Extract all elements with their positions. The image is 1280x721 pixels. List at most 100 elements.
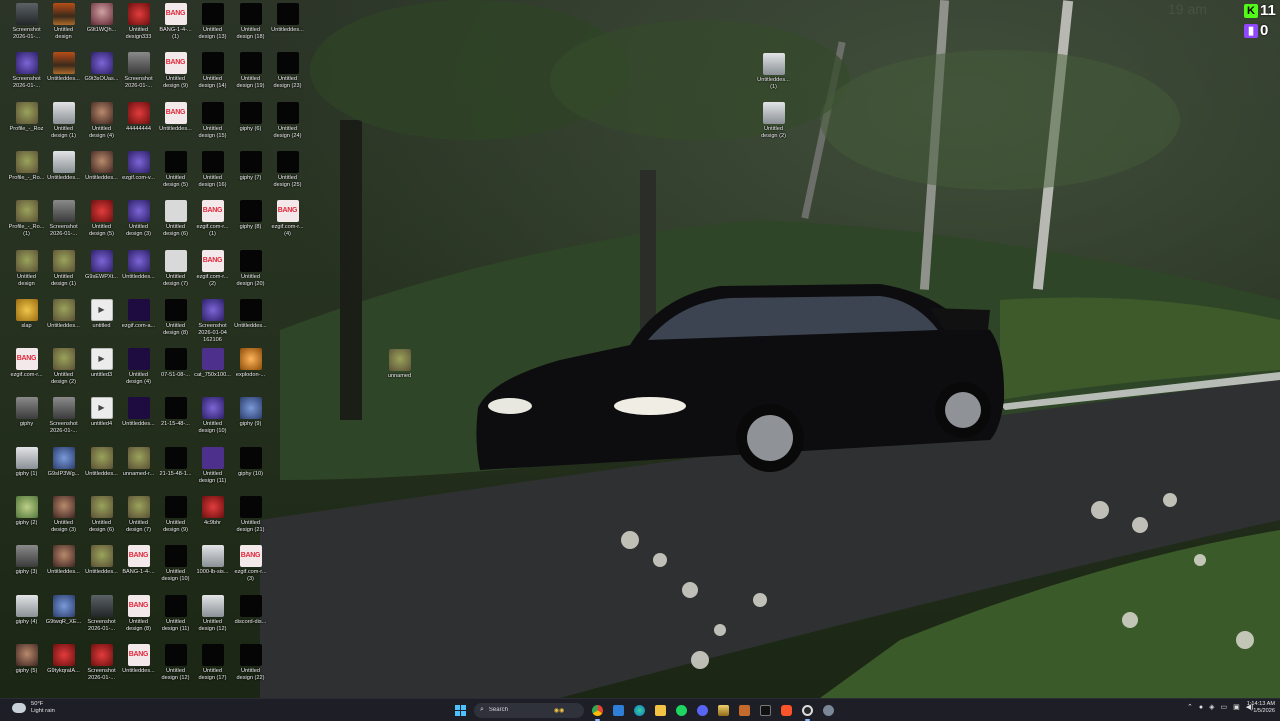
desktop-icon[interactable]: 21-15-48-1... bbox=[157, 447, 194, 478]
desktop-icon[interactable]: BANG ezgif.com-r... (4) bbox=[269, 200, 306, 238]
desktop-icon[interactable]: BANG BANG-1-4-... bbox=[120, 545, 157, 576]
desktop-icon[interactable]: Untitled design (18) bbox=[232, 3, 269, 41]
start-button[interactable] bbox=[452, 702, 468, 718]
desktop-icon[interactable]: Untitled design (1) bbox=[45, 102, 82, 140]
desktop-icon[interactable]: Untitled design (6) bbox=[157, 200, 194, 238]
desktop-icon[interactable]: ezgif.com-v... bbox=[120, 151, 157, 182]
desktop-icon[interactable]: Untitled design (10) bbox=[194, 397, 231, 435]
desktop-icon[interactable]: Untitled design (9) bbox=[157, 496, 194, 534]
desktop-icon[interactable]: Untitled design (5) bbox=[83, 200, 120, 238]
file-explorer-taskbar-button[interactable] bbox=[611, 703, 626, 718]
desktop-icon[interactable]: giphy bbox=[8, 397, 45, 428]
desktop-icon[interactable]: Screenshot 2026-01-04 162106 bbox=[194, 299, 231, 344]
desktop-icon[interactable]: explodon-... bbox=[232, 348, 269, 379]
desktop-icon[interactable]: Screenshot 2026-01-... bbox=[45, 200, 82, 238]
desktop-icon[interactable]: Untitled design (4) bbox=[83, 102, 120, 140]
desktop-icon[interactable]: Untitled design (6) bbox=[83, 496, 120, 534]
desktop-icon[interactable]: discord-dis... bbox=[232, 595, 269, 626]
desktop-icon[interactable]: Untitled design (23) bbox=[269, 52, 306, 90]
desktop-icon[interactable]: Untitleddes... bbox=[45, 151, 82, 182]
desktop-icon[interactable]: Untitled design (8) bbox=[157, 299, 194, 337]
gimp-taskbar-button[interactable] bbox=[737, 703, 752, 718]
desktop-icon[interactable]: BANG ezgif.com-r... (3) bbox=[232, 545, 269, 583]
desktop-icon[interactable]: Untitled design (1) bbox=[45, 250, 82, 288]
desktop-icon[interactable]: giphy (2) bbox=[8, 496, 45, 527]
desktop-icon[interactable]: BANG Untitled design (8) bbox=[120, 595, 157, 633]
desktop-icon[interactable]: cat_750x100... bbox=[194, 348, 231, 379]
desktop-icon[interactable]: 44444444 bbox=[120, 102, 157, 133]
desktop-icon[interactable]: Screenshot 2026-01-... bbox=[120, 52, 157, 90]
desktop-icon[interactable]: ezgif.com-a... bbox=[120, 299, 157, 330]
desktop-icon[interactable]: Untitleddes... bbox=[120, 397, 157, 428]
desktop-icon[interactable]: Untitled design (5) bbox=[157, 151, 194, 189]
desktop-icon[interactable]: Untitled design (22) bbox=[232, 644, 269, 682]
desktop-icon[interactable]: BANG ezgif.com-r... (2) bbox=[194, 250, 231, 288]
desktop-icon[interactable]: Untitleddes... bbox=[120, 250, 157, 281]
desktop-icon[interactable]: giphy (4) bbox=[8, 595, 45, 626]
brave-taskbar-button[interactable] bbox=[779, 703, 794, 718]
desktop-icon[interactable]: Untitled design (3) bbox=[45, 496, 82, 534]
chrome-taskbar-button[interactable] bbox=[590, 703, 605, 721]
desktop-icon[interactable]: Screenshot 2026-01-... bbox=[83, 595, 120, 633]
desktop-icon[interactable]: Profile_-_Roz bbox=[8, 102, 45, 133]
desktop-icon[interactable]: giphy (8) bbox=[232, 200, 269, 231]
desktop-icon[interactable]: Untitled design (15) bbox=[194, 102, 231, 140]
desktop-icon[interactable]: Untitleddes... bbox=[269, 3, 306, 34]
desktop-icon[interactable]: BANG Untitled design (9) bbox=[157, 52, 194, 90]
desktop-icon[interactable]: Untitled design (24) bbox=[269, 102, 306, 140]
desktop-icon[interactable]: Untitled design (21) bbox=[232, 496, 269, 534]
desktop-icon[interactable]: slap bbox=[8, 299, 45, 330]
desktop-icon[interactable]: unnamed-r... bbox=[120, 447, 157, 478]
desktop-icon[interactable]: G9twqR_XE... bbox=[45, 595, 82, 626]
desktop-icon[interactable]: Untitleddes... bbox=[83, 151, 120, 182]
desktop-icon[interactable]: giphy (9) bbox=[232, 397, 269, 428]
desktop-icon[interactable]: G9t1WQh... bbox=[83, 3, 120, 34]
desktop-icon[interactable]: 21-15-48-... bbox=[157, 397, 194, 428]
desktop-icon[interactable]: giphy (10) bbox=[232, 447, 269, 478]
desktop-icon[interactable]: Untitled design (10) bbox=[157, 545, 194, 583]
desktop-icon[interactable]: Untitleddes... bbox=[45, 52, 82, 83]
monitor-icon[interactable]: ▭ bbox=[1221, 703, 1228, 711]
folder-taskbar-button[interactable] bbox=[653, 703, 668, 718]
desktop-icon[interactable]: giphy (3) bbox=[8, 545, 45, 576]
desktop-icon[interactable]: Untitleddes... bbox=[83, 545, 120, 576]
desktop-icon[interactable]: Untitled design (2) bbox=[45, 348, 82, 386]
desktop-icon[interactable]: giphy (1) bbox=[8, 447, 45, 478]
desktop-icon[interactable]: BANG Untitleddes... bbox=[157, 102, 194, 133]
desktop-icon[interactable]: giphy (6) bbox=[232, 102, 269, 133]
desktop-icon[interactable]: G9sIP3Wg... bbox=[45, 447, 82, 478]
desktop-icon[interactable]: Untitled design (12) bbox=[157, 644, 194, 682]
desktop-icon[interactable]: giphy (7) bbox=[232, 151, 269, 182]
chevron-up-icon[interactable]: ⌃ bbox=[1187, 703, 1193, 711]
desktop-icon-untitled-design-2-right[interactable]: Untitled design (2) bbox=[755, 102, 792, 140]
desktop-icon[interactable]: Screenshot 2026-01-... bbox=[8, 52, 45, 90]
desktop-icon[interactable]: Screenshot 2026-01-... bbox=[45, 397, 82, 435]
desktop-icon[interactable]: Untitled design (14) bbox=[194, 52, 231, 90]
obs-taskbar-button[interactable] bbox=[800, 703, 815, 721]
desktop-icon[interactable]: Untitled design (16) bbox=[194, 151, 231, 189]
desktop-icon[interactable]: Untitled design (11) bbox=[194, 447, 231, 485]
desktop-icon[interactable]: Profile_-_Ro... bbox=[8, 151, 45, 182]
location-icon[interactable]: ◈ bbox=[1209, 703, 1214, 711]
desktop-icon[interactable]: Screenshot 2026-01-... bbox=[83, 644, 120, 682]
desktop-icon[interactable]: Untitleddes... bbox=[45, 299, 82, 330]
desktop-icon[interactable]: Untitled design (4) bbox=[120, 348, 157, 386]
desktop-icon[interactable]: Untitleddes... bbox=[45, 545, 82, 576]
desktop-icon[interactable]: Untitled design (13) bbox=[194, 3, 231, 41]
desktop-icon[interactable]: untitled4 bbox=[83, 397, 120, 428]
desktop-icon[interactable]: untitled3 bbox=[83, 348, 120, 379]
taskbar-search[interactable]: ⌕ ◉◉ bbox=[474, 702, 584, 718]
terminal-taskbar-button[interactable] bbox=[758, 703, 773, 718]
desktop-icon[interactable]: Untitled design (20) bbox=[232, 250, 269, 288]
desktop-icon[interactable]: Untitled design (17) bbox=[194, 644, 231, 682]
desktop-icon[interactable]: Untitleddes... bbox=[83, 447, 120, 478]
desktop-icon[interactable]: G9t3sOUas... bbox=[83, 52, 120, 83]
desktop-icon[interactable]: Untitleddes... bbox=[232, 299, 269, 330]
desktop-icon[interactable]: BANG Untitleddes... bbox=[120, 644, 157, 675]
desktop-icon[interactable]: Profile_-_Ro... (1) bbox=[8, 200, 45, 238]
desktop-icon[interactable]: Untitled design (12) bbox=[194, 595, 231, 633]
desktop-icon[interactable]: G9sEWPXt... bbox=[83, 250, 120, 281]
desktop-icon-unnamed[interactable]: unnamed bbox=[381, 349, 418, 380]
desktop-icon[interactable]: 1000-lb-sis... bbox=[194, 545, 231, 576]
desktop-icon[interactable]: Untitled design (7) bbox=[157, 250, 194, 288]
